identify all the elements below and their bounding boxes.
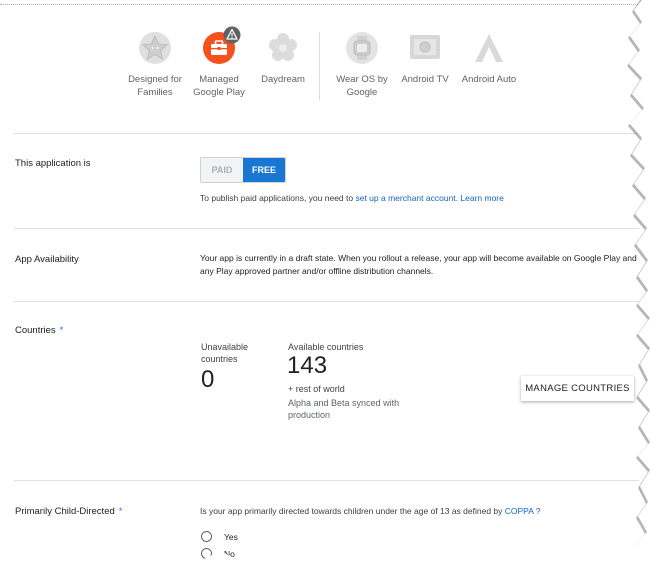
designed-for-families-label: Designed for Families xyxy=(128,74,182,98)
availability-label: App Availability xyxy=(15,254,79,265)
countries-label: Countries * xyxy=(15,325,63,336)
child-directed-question: Is your app primarily directed towards c… xyxy=(200,505,541,518)
rest-of-world-note: + rest of world xyxy=(288,384,345,394)
yes-radio[interactable] xyxy=(201,531,212,542)
top-border xyxy=(0,4,640,5)
tv-icon xyxy=(410,35,440,59)
question-mark: ? xyxy=(533,506,541,516)
star-badge-icon xyxy=(139,32,171,64)
learn-more-link[interactable]: Learn more xyxy=(460,193,503,203)
merchant-account-link[interactable]: set up a merchant account. xyxy=(355,193,458,203)
pricing-label: This application is xyxy=(15,158,91,169)
sync-note: Alpha and Beta synced with production xyxy=(288,398,400,420)
available-countries-count: 143 xyxy=(287,352,328,379)
free-option[interactable]: FREE xyxy=(243,158,285,182)
unavailable-countries-count: 0 xyxy=(201,366,215,393)
availability-text: Your app is currently in a draft state. … xyxy=(200,253,637,276)
android-tv-label: Android TV xyxy=(401,74,449,85)
wear-os-option[interactable]: Wear OS by Google xyxy=(331,30,393,99)
required-marker: * xyxy=(118,506,123,517)
wear-os-label: Wear OS by Google xyxy=(336,74,388,98)
paid-apps-note: To publish paid applications, you need t… xyxy=(200,192,504,205)
yes-label: Yes xyxy=(224,532,238,542)
daydream-label: Daydream xyxy=(261,74,305,85)
section-divider xyxy=(14,133,639,134)
vertical-divider xyxy=(319,32,320,100)
managed-google-play-label: Managed Google Play xyxy=(193,74,245,98)
managed-google-play-option[interactable]: Managed Google Play xyxy=(185,26,253,99)
manage-countries-button[interactable]: MANAGE COUNTRIES xyxy=(521,376,634,401)
coppa-link[interactable]: COPPA xyxy=(505,506,534,516)
daydream-option[interactable]: Daydream xyxy=(252,30,314,86)
child-directed-label: Primarily Child-Directed * xyxy=(15,506,122,517)
required-marker: * xyxy=(59,325,64,336)
countries-label-text: Countries xyxy=(15,325,56,336)
paid-apps-note-text: To publish paid applications, you need t… xyxy=(200,193,356,203)
no-label: No xyxy=(224,549,235,559)
section-divider xyxy=(14,480,639,481)
no-radio[interactable] xyxy=(201,548,212,559)
watch-icon xyxy=(346,32,378,64)
child-directed-label-text: Primarily Child-Directed xyxy=(15,506,115,517)
android-auto-option[interactable]: Android Auto xyxy=(456,30,522,86)
child-directed-question-text: Is your app primarily directed towards c… xyxy=(200,506,505,516)
auto-icon xyxy=(475,34,503,62)
android-tv-option[interactable]: Android TV xyxy=(396,30,454,86)
section-divider xyxy=(14,228,639,229)
android-auto-label: Android Auto xyxy=(461,74,517,85)
pricing-distribution-page: Designed for Families Managed Google Pla… xyxy=(0,0,663,585)
section-divider xyxy=(14,301,639,302)
unavailable-countries-label: Unavailable countries xyxy=(201,342,249,364)
paid-option[interactable]: PAID xyxy=(201,158,243,182)
pricing-toggle[interactable]: PAID FREE xyxy=(200,157,286,183)
warning-icon xyxy=(223,26,241,44)
designed-for-families-option[interactable]: Designed for Families xyxy=(120,30,190,99)
daydream-icon xyxy=(269,33,297,61)
